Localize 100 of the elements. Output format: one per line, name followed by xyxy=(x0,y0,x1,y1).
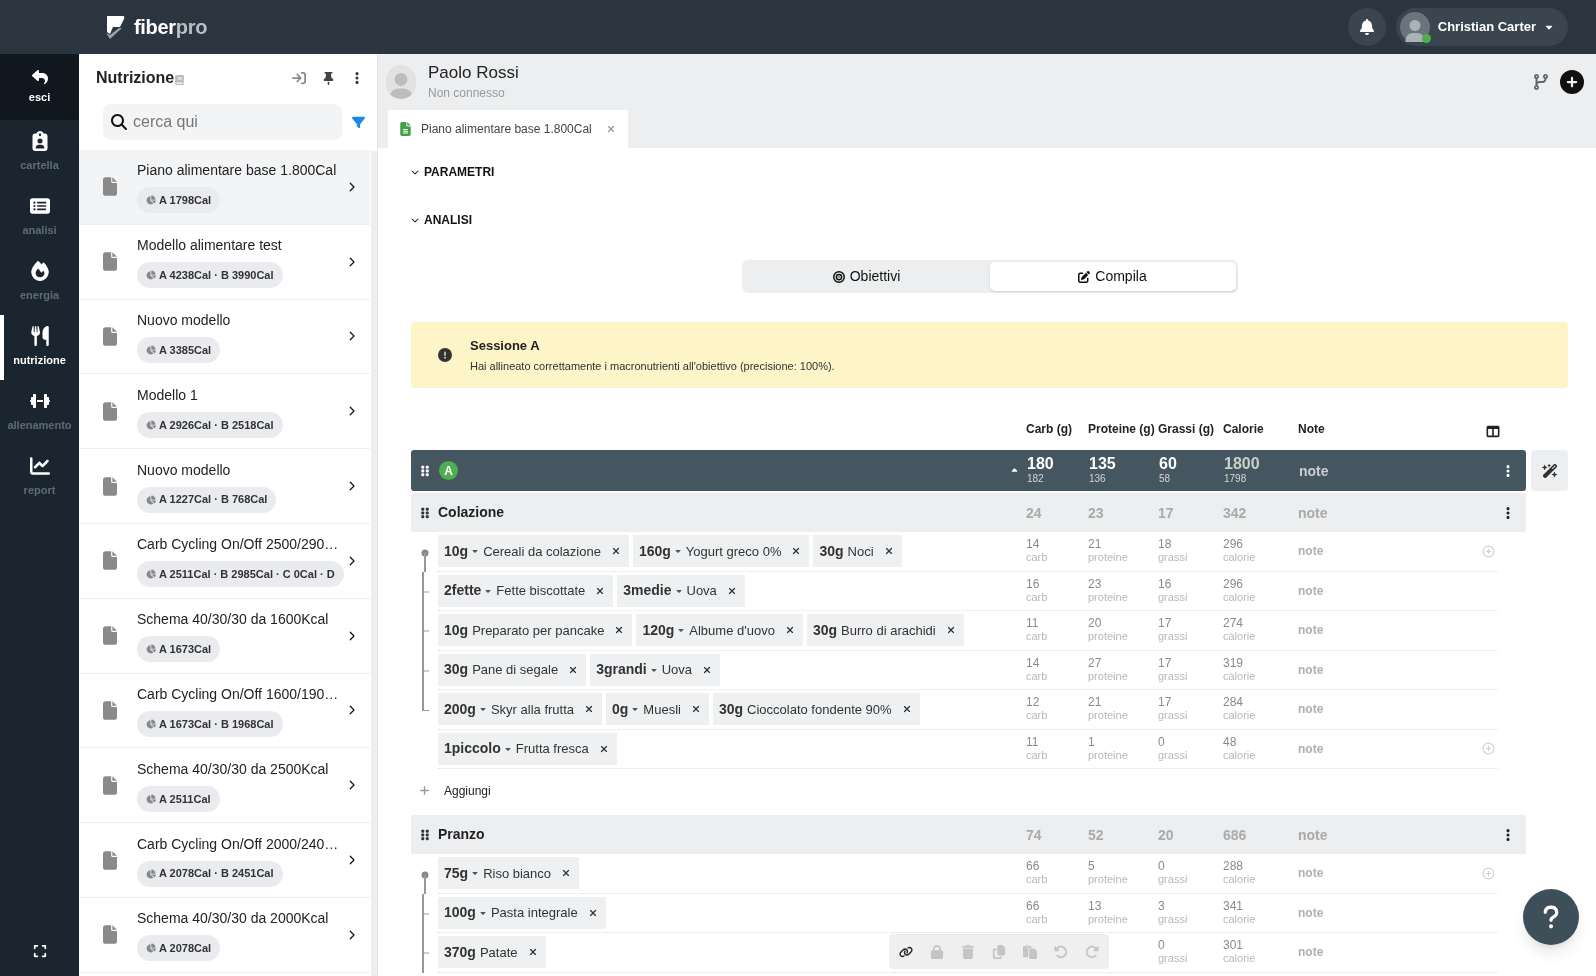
add-food-button[interactable]: Aggiungi xyxy=(411,769,491,812)
nutrient-unit: calorie xyxy=(1223,630,1257,644)
food-name: Uova xyxy=(686,582,717,600)
nutrient-value: 17 xyxy=(1158,656,1173,670)
amount-dropdown[interactable]: 1piccolo xyxy=(444,738,512,760)
amount-dropdown[interactable]: 10g xyxy=(444,540,480,562)
nutrient-value: 274 xyxy=(1223,617,1245,631)
remove-button[interactable] xyxy=(702,664,713,675)
plan-title: Carb Cycling On/Off 2500/290… xyxy=(137,535,340,555)
remove-button[interactable] xyxy=(791,546,802,557)
columns-icon[interactable] xyxy=(1486,425,1500,438)
back-icon xyxy=(31,68,48,85)
collapse-icon[interactable] xyxy=(292,71,306,85)
close-icon xyxy=(610,546,621,557)
pie-icon xyxy=(146,569,156,580)
column-header: Note xyxy=(1298,421,1326,438)
food-amount: 30g xyxy=(812,620,838,640)
drag-handle-icon[interactable] xyxy=(420,464,430,477)
section-header[interactable]: PARAMETRI xyxy=(411,148,1568,196)
remove-button[interactable] xyxy=(945,625,956,636)
nutrient-unit: grassi xyxy=(1158,873,1189,887)
remove-button[interactable] xyxy=(726,585,737,596)
person-icon xyxy=(389,73,413,99)
close-icon xyxy=(726,585,737,596)
amount-dropdown[interactable]: 200g xyxy=(444,698,487,720)
nutrient-value: 66 xyxy=(1026,899,1041,913)
nutrient-value: 0 xyxy=(1158,860,1166,874)
nutrient-unit: calorie xyxy=(1223,952,1257,966)
nutrient-value: 341 xyxy=(1223,899,1245,913)
toolbar-button[interactable] xyxy=(899,944,913,959)
nutrient-unit: proteine xyxy=(1088,630,1129,644)
pin-icon[interactable] xyxy=(322,71,335,85)
scrollbar[interactable] xyxy=(371,151,377,976)
pie-icon xyxy=(146,345,156,355)
remove-button[interactable] xyxy=(587,907,598,918)
nutrient-value: 11 xyxy=(1026,735,1040,749)
amount-dropdown[interactable]: 2fette xyxy=(444,580,493,602)
chevron-icon xyxy=(347,555,356,566)
caret-icon[interactable] xyxy=(1010,466,1019,475)
amount-dropdown[interactable]: 120g xyxy=(642,619,686,641)
help-button[interactable] xyxy=(1523,889,1579,945)
remove-button[interactable] xyxy=(561,868,572,879)
section-header[interactable]: ANALISI xyxy=(411,196,1568,244)
remove-button[interactable] xyxy=(584,704,594,715)
close-icon xyxy=(784,625,795,636)
remove-button[interactable] xyxy=(901,704,912,715)
file-icon xyxy=(103,700,117,720)
nutrient-value: 13 xyxy=(1088,899,1103,913)
close-icon xyxy=(690,704,701,715)
drag-handle-icon[interactable] xyxy=(420,506,430,519)
mode-tab[interactable]: Compila xyxy=(989,262,1236,291)
close-icon xyxy=(598,743,609,754)
caret-icon xyxy=(478,705,487,714)
remove-button[interactable] xyxy=(614,625,625,636)
magic-wand-button[interactable] xyxy=(1531,450,1568,491)
copy-icon xyxy=(992,944,1006,959)
pie-icon xyxy=(146,419,156,430)
nutrient-unit: proteine xyxy=(1088,551,1129,565)
search-field[interactable]: cerca qui xyxy=(103,104,342,140)
add-icon[interactable] xyxy=(1560,70,1584,94)
pie-icon xyxy=(146,943,156,954)
document-tab[interactable]: Piano alimentare base 1.800Cal xyxy=(388,110,628,148)
nutrient-value: 3 xyxy=(1158,899,1166,913)
mode-tab[interactable]: Obiettivi xyxy=(743,262,990,291)
person-icon xyxy=(1404,20,1425,42)
remove-button[interactable] xyxy=(527,947,538,958)
remove-button[interactable] xyxy=(784,625,795,636)
notification-button[interactable] xyxy=(1347,8,1386,46)
remove-button[interactable] xyxy=(610,546,621,557)
nutrient-unit: grassi xyxy=(1158,669,1189,683)
remove-button[interactable] xyxy=(598,743,609,754)
nutrient-unit: proteine xyxy=(1088,748,1129,762)
remove-button[interactable] xyxy=(690,704,701,715)
food-name: Patate xyxy=(479,943,518,962)
remove-button[interactable] xyxy=(595,585,606,596)
flame-icon xyxy=(29,261,50,282)
plan-title: Schema 40/30/30 da 2000Kcal xyxy=(137,909,330,929)
plan-list-item[interactable]: Piano alimentare base 1.800Cal A 1798Cal xyxy=(79,150,370,225)
plus-icon xyxy=(419,785,430,796)
nutrient-value: 319 xyxy=(1223,656,1245,670)
meal-total: 52 xyxy=(1088,826,1104,843)
amount-dropdown[interactable]: 75g xyxy=(444,862,480,884)
branch-icon[interactable] xyxy=(1534,74,1548,90)
note-field[interactable]: note xyxy=(1299,462,1329,479)
amount-dropdown[interactable]: 3medie xyxy=(623,580,683,602)
meal-name: Colazione xyxy=(438,503,506,522)
amount-dropdown[interactable]: 0g xyxy=(612,698,640,720)
close-icon xyxy=(614,625,625,636)
user-menu[interactable]: Christian Carter xyxy=(1395,8,1568,46)
amount-dropdown[interactable]: 100g xyxy=(444,902,487,924)
amount-dropdown[interactable]: 160g xyxy=(638,540,682,562)
exit-button[interactable]: esci xyxy=(0,54,79,120)
remove-button[interactable] xyxy=(883,546,894,557)
remove-button[interactable] xyxy=(568,664,579,675)
drag-handle-icon[interactable] xyxy=(420,828,430,841)
filter-icon[interactable] xyxy=(352,115,365,129)
food-amount: 30g xyxy=(718,699,744,719)
amount-dropdown[interactable]: 3grandi xyxy=(596,659,658,681)
food-name: Preparato per pancake xyxy=(472,621,605,640)
close-icon[interactable] xyxy=(605,124,616,134)
